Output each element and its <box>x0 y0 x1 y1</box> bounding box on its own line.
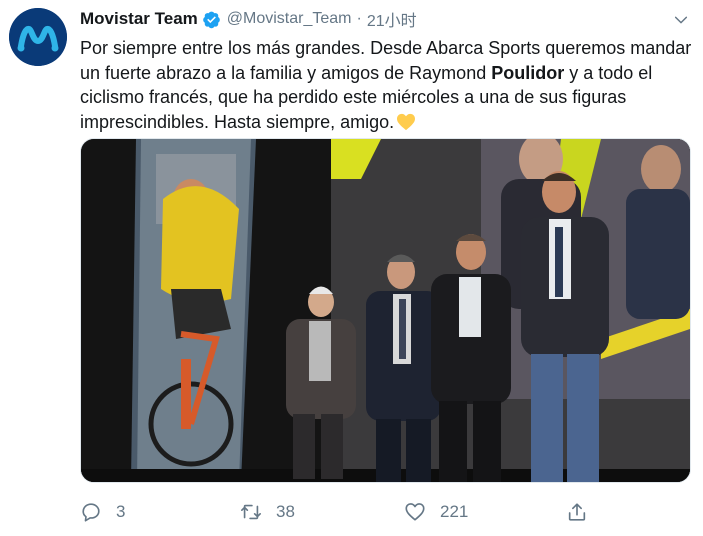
share-icon <box>568 503 586 521</box>
share-button[interactable] <box>566 498 588 526</box>
retweet-icon <box>241 504 261 520</box>
movistar-logo-icon <box>9 8 67 66</box>
photo-image <box>81 139 690 482</box>
separator-dot: · <box>356 10 362 27</box>
tweet-text-bold: Poulidor <box>491 62 565 83</box>
chevron-down-icon[interactable] <box>673 12 689 28</box>
tweet-text: Por siempre entre los más grandes. Desde… <box>80 36 700 134</box>
verified-badge-icon <box>202 11 220 28</box>
handle[interactable]: @Movistar_Team <box>227 10 352 28</box>
yellow-heart-icon <box>397 113 416 130</box>
like-button[interactable]: 221 <box>404 498 468 526</box>
avatar[interactable] <box>9 8 67 66</box>
tweet-card[interactable]: Movistar Team @Movistar_Team · 21小时 Por … <box>0 0 703 536</box>
tweet-actions: 3 38 221 <box>80 498 600 526</box>
like-count: 221 <box>440 502 469 521</box>
heart-icon <box>405 503 425 521</box>
display-name[interactable]: Movistar Team <box>80 9 198 29</box>
tweet-photo[interactable] <box>80 138 691 483</box>
tweet-header: Movistar Team @Movistar_Team · 21小时 <box>80 8 417 30</box>
reply-icon <box>82 503 100 522</box>
timestamp[interactable]: 21小时 <box>367 7 417 31</box>
retweet-button[interactable]: 38 <box>240 498 295 526</box>
retweet-count: 38 <box>276 502 295 521</box>
reply-button[interactable]: 3 <box>80 498 125 526</box>
reply-count: 3 <box>116 502 126 521</box>
